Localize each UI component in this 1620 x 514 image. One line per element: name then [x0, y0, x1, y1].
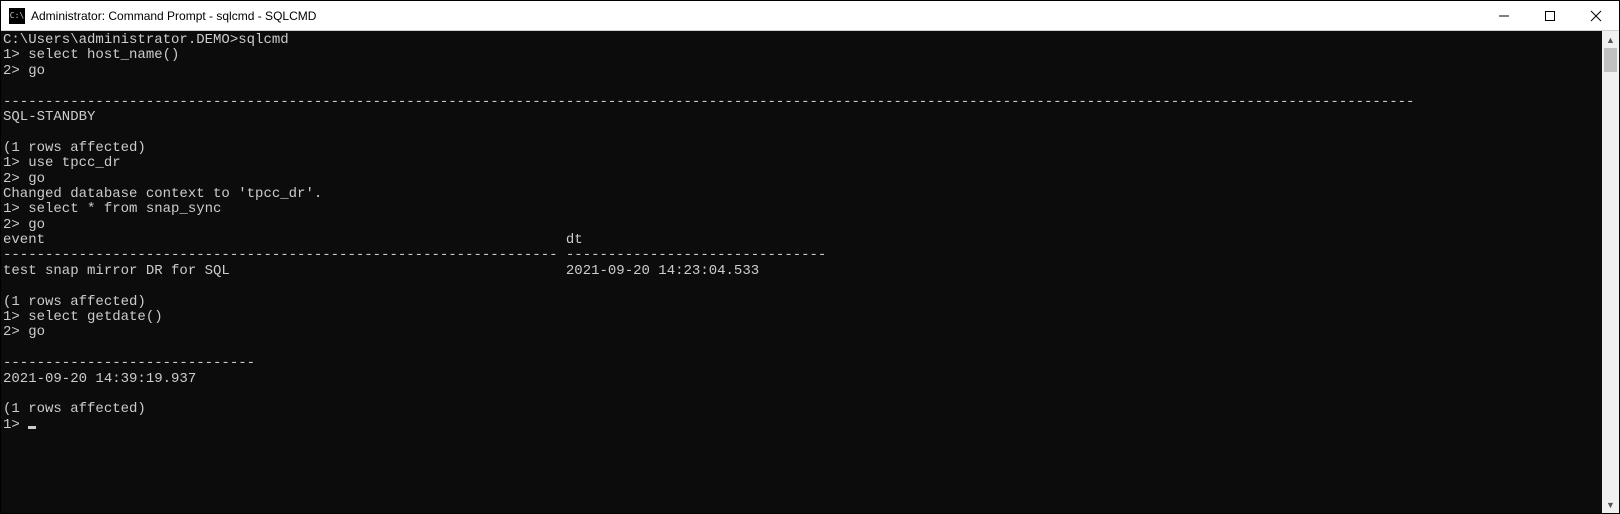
maximize-icon — [1545, 11, 1555, 21]
cmd-icon: C:\ — [9, 8, 25, 24]
chevron-down-icon: ▼ — [1606, 500, 1615, 510]
maximize-button[interactable] — [1527, 1, 1573, 31]
scrollbar-track[interactable] — [1602, 48, 1619, 496]
window-title: Administrator: Command Prompt - sqlcmd -… — [31, 9, 316, 23]
close-button[interactable] — [1573, 1, 1619, 31]
minimize-button[interactable] — [1481, 1, 1527, 31]
close-icon — [1590, 10, 1602, 22]
vertical-scrollbar[interactable]: ▲ ▼ — [1602, 31, 1619, 513]
cursor — [28, 426, 36, 429]
scroll-down-button[interactable]: ▼ — [1602, 496, 1619, 513]
chevron-up-icon: ▲ — [1606, 35, 1615, 45]
command-prompt-window: C:\ Administrator: Command Prompt - sqlc… — [0, 0, 1620, 514]
cmd-icon-label: C:\ — [10, 12, 24, 20]
terminal-output[interactable]: C:\Users\administrator.DEMO>sqlcmd 1> se… — [1, 31, 1602, 513]
minimize-icon — [1499, 11, 1509, 21]
scroll-up-button[interactable]: ▲ — [1602, 31, 1619, 48]
scrollbar-thumb[interactable] — [1604, 48, 1617, 72]
titlebar[interactable]: C:\ Administrator: Command Prompt - sqlc… — [1, 1, 1619, 31]
client-area: C:\Users\administrator.DEMO>sqlcmd 1> se… — [1, 31, 1619, 513]
